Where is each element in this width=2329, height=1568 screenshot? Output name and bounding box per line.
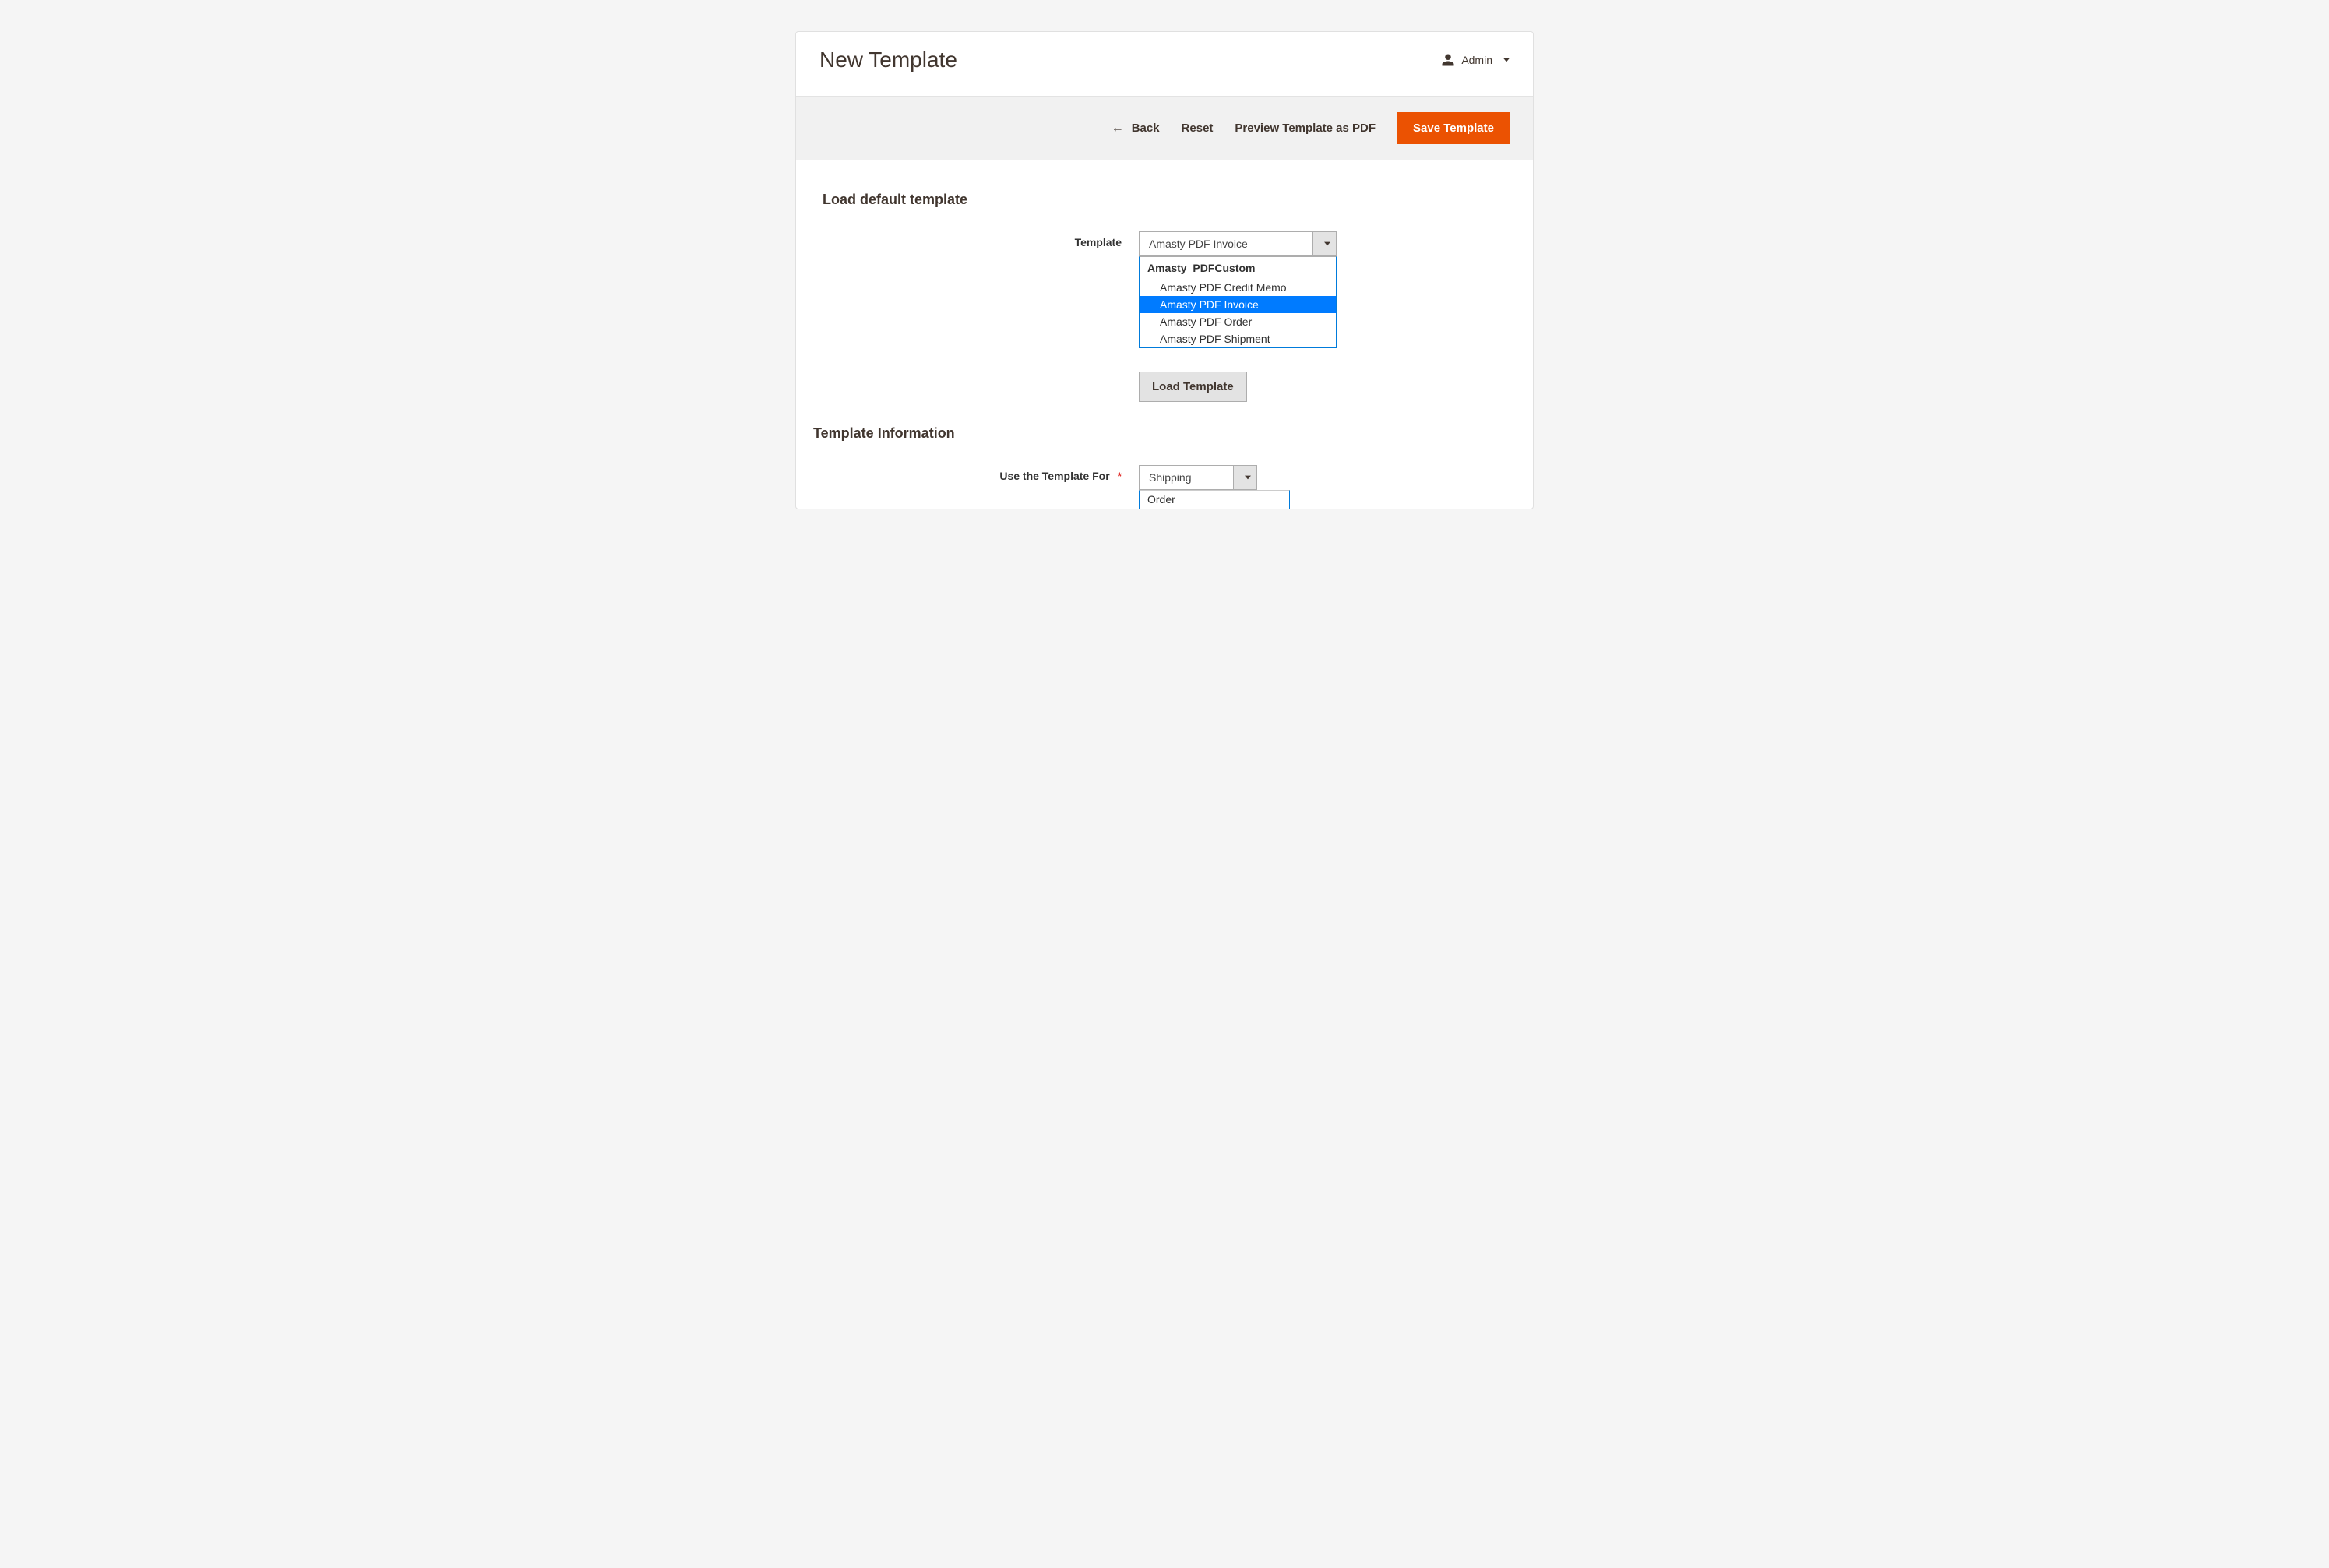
template-information-section: Template Information Use the Template Fo… bbox=[819, 425, 1510, 490]
chevron-down-icon bbox=[1324, 241, 1330, 246]
required-star-icon: * bbox=[1118, 470, 1122, 482]
reset-button[interactable]: Reset bbox=[1182, 122, 1214, 135]
section-load-default-heading: Load default template bbox=[823, 192, 1510, 208]
chevron-down-icon bbox=[1503, 58, 1510, 62]
back-button[interactable]: ← Back bbox=[1112, 122, 1160, 136]
admin-account-menu[interactable]: Admin bbox=[1441, 53, 1510, 67]
use-template-for-value: Shipping bbox=[1140, 466, 1233, 489]
use-template-for-arrow bbox=[1233, 466, 1256, 489]
load-template-button[interactable]: Load Template bbox=[1139, 372, 1247, 402]
use-template-for-select[interactable]: Shipping bbox=[1139, 465, 1257, 490]
template-field: Amasty PDF Invoice Amasty_PDFCustom Amas… bbox=[1139, 231, 1337, 256]
template-option-order[interactable]: Amasty PDF Order bbox=[1140, 313, 1336, 330]
template-option-shipment[interactable]: Amasty PDF Shipment bbox=[1140, 330, 1336, 347]
template-optgroup-label: Amasty_PDFCustom bbox=[1140, 257, 1336, 279]
template-select[interactable]: Amasty PDF Invoice bbox=[1139, 231, 1337, 256]
template-option-credit-memo[interactable]: Amasty PDF Credit Memo bbox=[1140, 279, 1336, 296]
use-template-for-label: Use the Template For * bbox=[819, 465, 1139, 482]
use-template-for-row: Use the Template For * Shipping Order In… bbox=[819, 465, 1510, 490]
use-for-option-invoice[interactable]: Invoice bbox=[1140, 508, 1289, 509]
template-field-row: Template Amasty PDF Invoice Amasty_PDFCu… bbox=[819, 231, 1510, 256]
page-title: New Template bbox=[819, 48, 957, 72]
section-template-info-heading: Template Information bbox=[813, 425, 1510, 442]
template-label: Template bbox=[819, 231, 1139, 248]
page-header: New Template Admin bbox=[796, 32, 1533, 96]
user-icon bbox=[1441, 53, 1455, 67]
template-dropdown: Amasty_PDFCustom Amasty PDF Credit Memo … bbox=[1139, 256, 1337, 348]
chevron-down-icon bbox=[1245, 475, 1251, 480]
use-template-for-dropdown: Order Invoice Shipping Credit Memo bbox=[1139, 490, 1290, 509]
template-select-value: Amasty PDF Invoice bbox=[1140, 232, 1312, 255]
preview-label: Preview Template as PDF bbox=[1235, 122, 1376, 135]
preview-pdf-button[interactable]: Preview Template as PDF bbox=[1235, 122, 1376, 135]
save-template-button[interactable]: Save Template bbox=[1397, 112, 1510, 144]
arrow-left-icon: ← bbox=[1112, 122, 1124, 136]
use-template-for-field: Shipping Order Invoice Shipping Credit M… bbox=[1139, 465, 1257, 490]
load-template-label: Load Template bbox=[1152, 380, 1234, 393]
use-for-option-order[interactable]: Order bbox=[1140, 491, 1289, 508]
template-option-invoice[interactable]: Amasty PDF Invoice bbox=[1140, 296, 1336, 313]
reset-label: Reset bbox=[1182, 122, 1214, 135]
back-label: Back bbox=[1132, 122, 1160, 135]
save-label: Save Template bbox=[1413, 122, 1494, 135]
admin-user-label: Admin bbox=[1461, 54, 1492, 66]
template-select-arrow bbox=[1312, 232, 1336, 255]
action-toolbar: ← Back Reset Preview Template as PDF Sav… bbox=[796, 96, 1533, 160]
admin-panel: New Template Admin ← Back Reset Preview … bbox=[795, 31, 1534, 509]
load-default-template-section: Load default template Template Amasty PD… bbox=[819, 192, 1510, 402]
form-content: Load default template Template Amasty PD… bbox=[796, 160, 1533, 509]
